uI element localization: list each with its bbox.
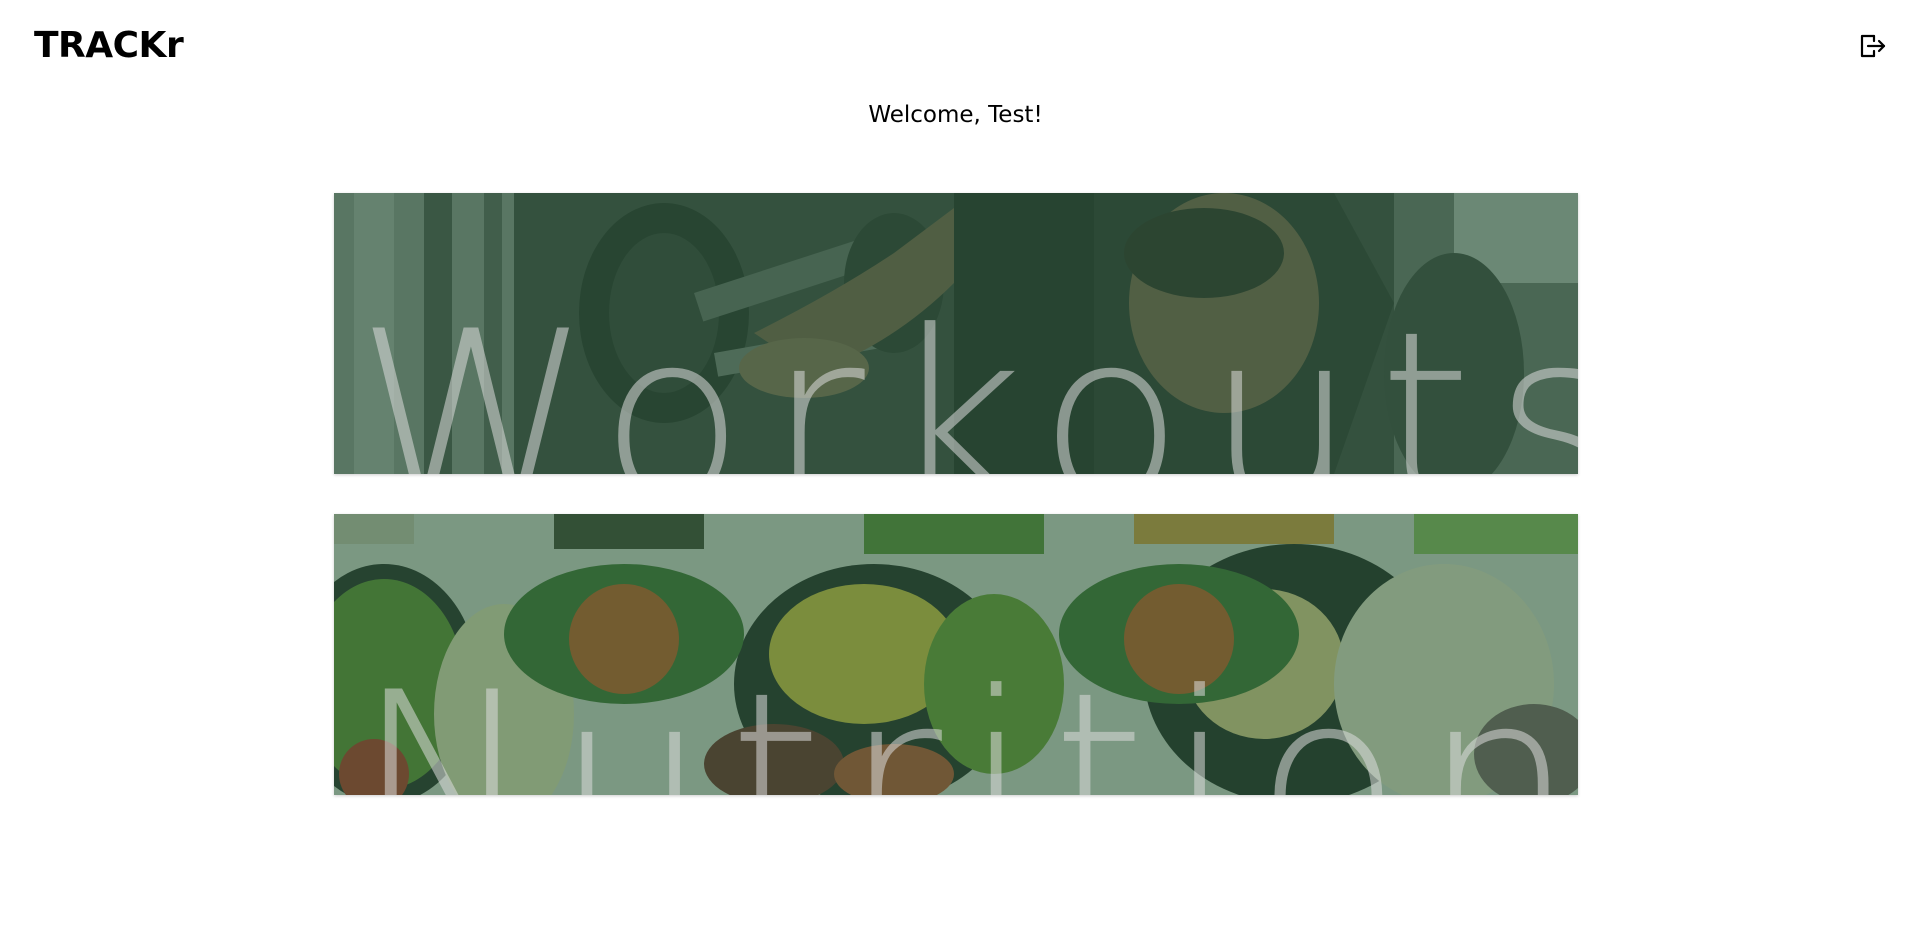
logout-icon	[1860, 34, 1886, 58]
workouts-card[interactable]: Workouts	[334, 193, 1578, 474]
workouts-label: Workouts	[356, 281, 1578, 475]
app-logo[interactable]: TRACKr	[34, 24, 184, 68]
app-header: TRACKr	[0, 0, 1911, 92]
welcome-message: Welcome, Test!	[868, 102, 1043, 128]
logout-button[interactable]	[1856, 30, 1888, 62]
nutrition-card[interactable]: Nutrition	[334, 514, 1578, 795]
nutrition-label: Nutrition	[356, 642, 1578, 796]
